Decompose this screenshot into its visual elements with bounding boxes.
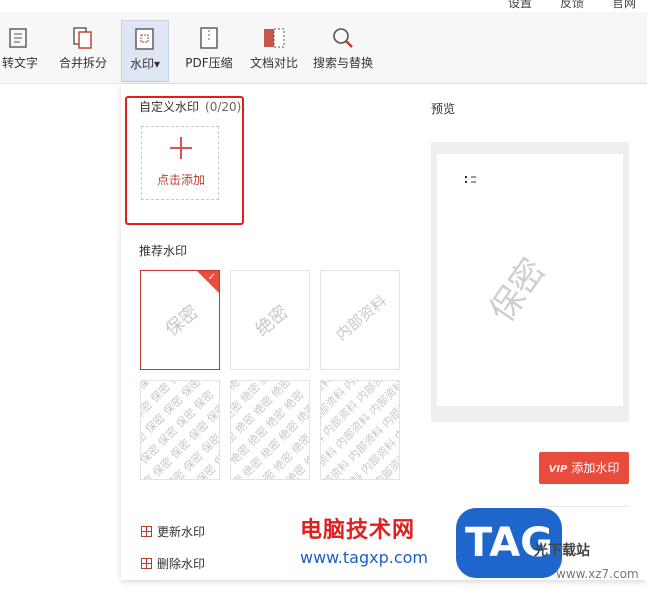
delete-watermark-action[interactable]: 删除水印 xyxy=(141,556,205,572)
site-url: www.tagxp.com xyxy=(300,548,428,567)
watermark-icon xyxy=(133,27,157,51)
tile-watermark-text: 绝密 xyxy=(251,301,293,341)
tool-to-text[interactable]: 转文字 xyxy=(0,20,44,82)
watermark-tile-confidential-tiled[interactable]: 保密 保密 保密 保密 保密 保密 保密 保密 保密 保密 保密 保密 保密 保… xyxy=(140,380,220,480)
tool-watermark[interactable]: 水印▾ xyxy=(121,20,169,82)
tool-label: 文档对比 xyxy=(249,56,298,70)
preview-area: 保密 xyxy=(431,142,629,422)
custom-count: (0/20) xyxy=(205,100,242,114)
xz-site-url: www.xz7.com xyxy=(556,567,639,581)
check-icon: ✓ xyxy=(207,272,216,283)
recommended-title: 推荐水印 xyxy=(139,244,188,258)
preview-page: 保密 xyxy=(437,154,623,406)
vip-badge: VIP xyxy=(548,464,568,475)
watermark-tile-internal-tiled[interactable]: 内部资料 内部资料 内部资料 内部资料 内部资料 内部资料 内部资料 内部资料 … xyxy=(320,380,400,480)
tool-label: 合并拆分 xyxy=(58,56,107,70)
tile-watermark-text: 内部资料 xyxy=(332,291,391,345)
compress-icon xyxy=(197,26,221,50)
tool-pdf-compress[interactable]: PDF压缩 xyxy=(182,20,236,82)
divider xyxy=(539,506,629,507)
plus-icon xyxy=(170,137,192,159)
tile-watermark-text: 保密 xyxy=(161,301,203,341)
preview-dots xyxy=(465,176,479,186)
site-watermark: 电脑技术网 www.tagxp.com xyxy=(300,512,428,567)
tool-label: 水印▾ xyxy=(129,57,161,71)
watermark-tile-top-secret[interactable]: 绝密 xyxy=(230,270,310,370)
add-label: 点击添加 xyxy=(156,173,205,187)
compare-icon xyxy=(262,26,286,50)
delete-label: 删除水印 xyxy=(157,557,206,571)
watermark-tile-confidential[interactable]: 保密 ✓ xyxy=(140,270,220,370)
preview-watermark: 保密 xyxy=(481,251,554,330)
preview-title: 预览 xyxy=(431,102,456,116)
custom-watermark-title: 自定义水印 (0/20) xyxy=(139,98,241,115)
grid-icon xyxy=(141,558,152,569)
tool-label: 转文字 xyxy=(1,56,38,70)
settings-link[interactable]: 设置 xyxy=(508,0,532,11)
site-name: 电脑技术网 xyxy=(300,518,416,543)
toolbar: 转文字 合并拆分 水印▾ PDF压缩 文档对比 搜索与替换 xyxy=(0,12,647,84)
tool-search-replace[interactable]: 搜索与替换 xyxy=(310,20,376,82)
add-watermark-label: 添加水印 xyxy=(571,461,620,475)
add-watermark-button[interactable]: VIP 添加水印 xyxy=(539,452,629,484)
update-watermark-action[interactable]: 更新水印 xyxy=(141,524,205,540)
tool-label: 搜索与替换 xyxy=(312,56,373,70)
tool-label: PDF压缩 xyxy=(185,56,233,70)
xz-site-name: 光下载站 xyxy=(534,543,590,559)
feedback-link[interactable]: 反馈 xyxy=(560,0,584,11)
watermark-panel: 自定义水印 (0/20) 点击添加 推荐水印 保密 ✓ 绝密 内部资料 保密 保密… xyxy=(121,84,647,580)
update-label: 更新水印 xyxy=(157,525,206,539)
tiled-watermark-text: 内部资料 内部资料 内部资料 内部资料 内部资料 内部资料 内部资料 内部资料 … xyxy=(320,380,400,480)
tool-compare[interactable]: 文档对比 xyxy=(246,20,302,82)
search-icon xyxy=(331,26,355,50)
tiled-watermark-text: 绝密 绝密 绝密 绝密 绝密 绝密 绝密 绝密 绝密 绝密 绝密 绝密 绝密 绝… xyxy=(230,380,310,480)
merge-split-icon xyxy=(71,26,95,50)
watermark-tile-top-secret-tiled[interactable]: 绝密 绝密 绝密 绝密 绝密 绝密 绝密 绝密 绝密 绝密 绝密 绝密 绝密 绝… xyxy=(230,380,310,480)
top-menu-bar: 设置 反馈 官网 xyxy=(0,0,647,12)
website-link[interactable]: 官网 xyxy=(612,0,636,11)
document-text-icon xyxy=(8,26,32,50)
custom-title-text: 自定义水印 xyxy=(139,100,200,114)
watermark-tile-internal[interactable]: 内部资料 xyxy=(320,270,400,370)
tiled-watermark-text: 保密 保密 保密 保密 保密 保密 保密 保密 保密 保密 保密 保密 保密 保… xyxy=(140,380,220,480)
add-watermark-box[interactable]: 点击添加 xyxy=(141,126,219,200)
tool-merge-split[interactable]: 合并拆分 xyxy=(56,20,110,82)
grid-icon xyxy=(141,526,152,537)
